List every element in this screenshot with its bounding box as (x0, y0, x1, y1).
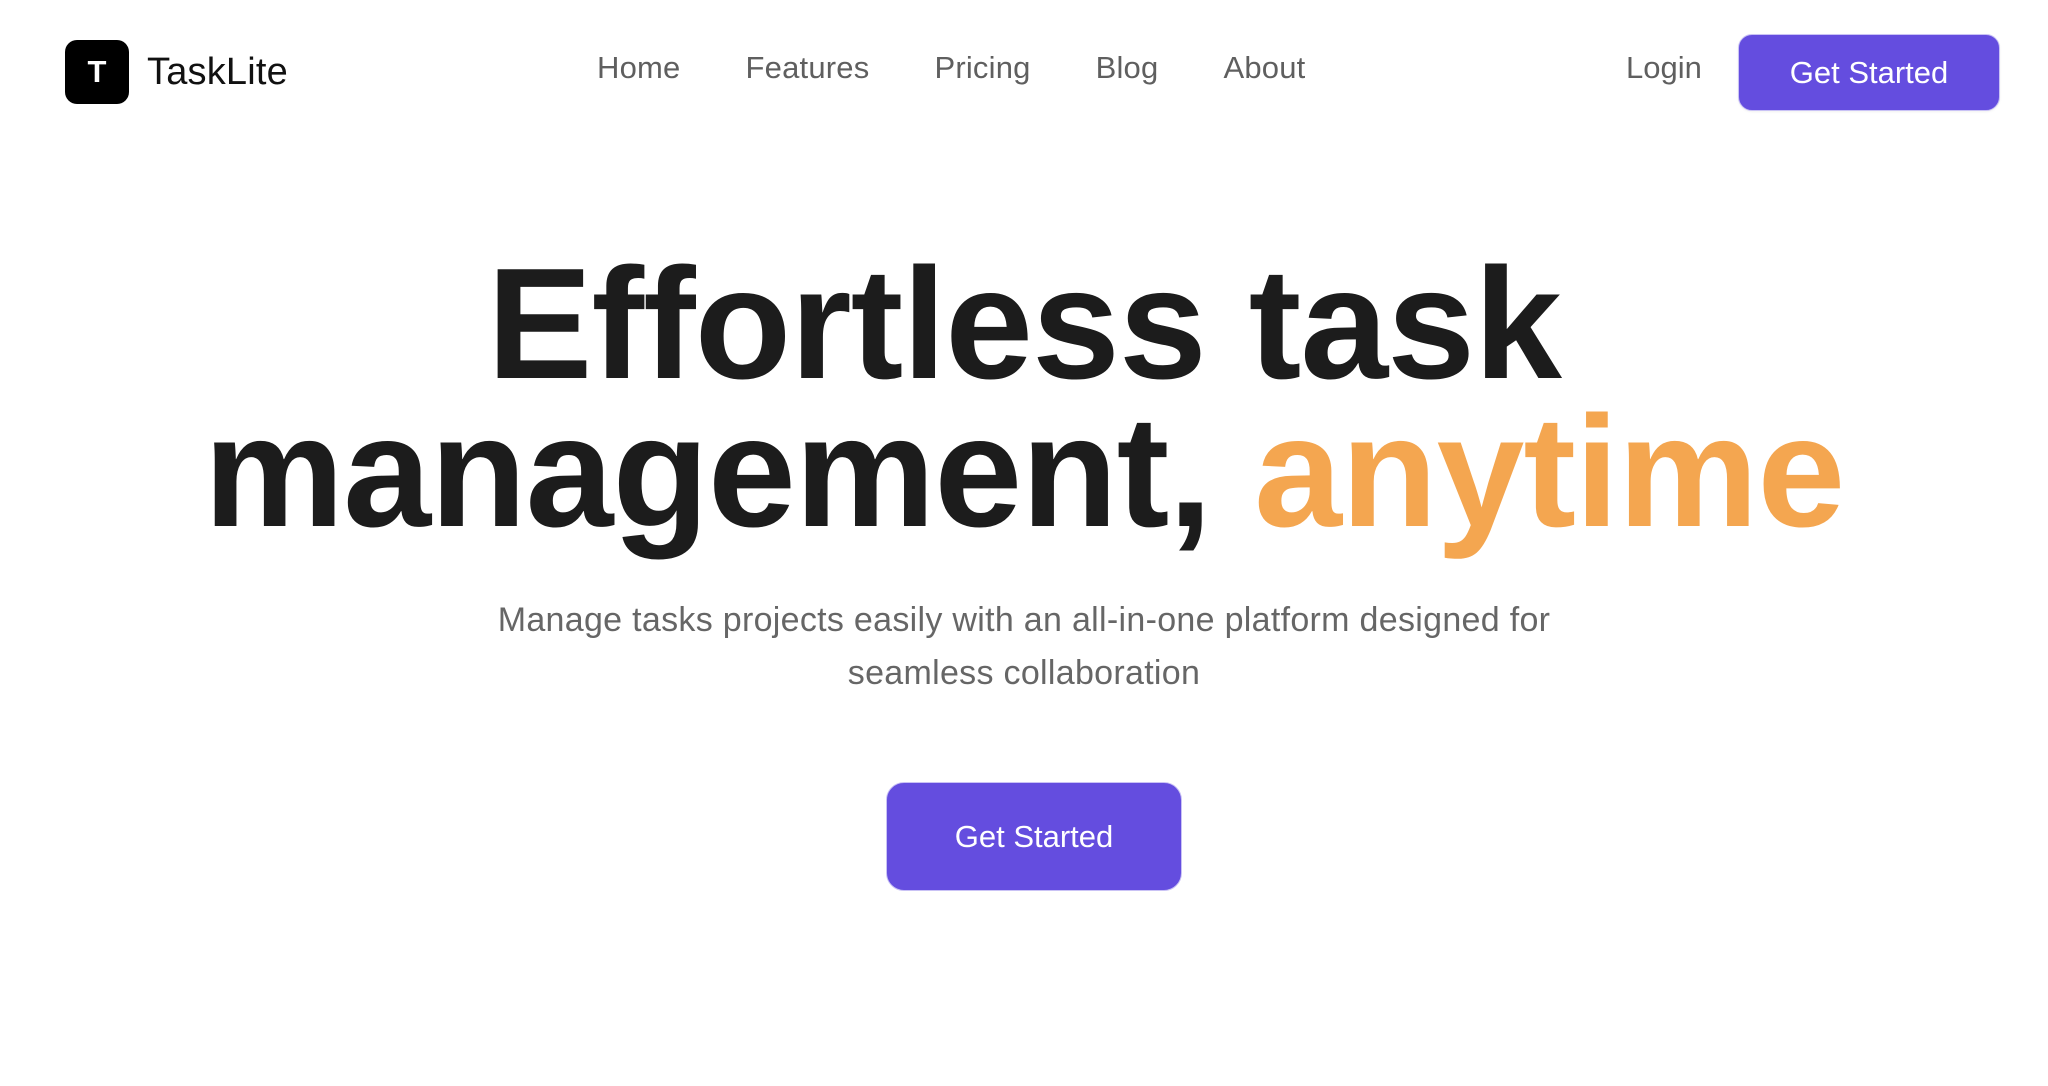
nav-item-home[interactable]: Home (597, 50, 681, 86)
main-nav: Home Features Pricing Blog About (597, 50, 1305, 86)
header-get-started-button[interactable]: Get Started (1738, 34, 2000, 111)
hero-section: Effortless task management, anytime Mana… (0, 245, 2048, 700)
brand-home-link[interactable]: T TaskLite (65, 40, 288, 104)
nav-item-blog[interactable]: Blog (1096, 50, 1159, 86)
landing-page: T TaskLite Home Features Pricing Blog Ab… (0, 0, 2048, 1086)
login-link[interactable]: Login (1626, 50, 1702, 86)
logo-icon: T (65, 40, 129, 104)
hero-get-started-button[interactable]: Get Started (886, 782, 1182, 891)
headline-line-2: management, (203, 384, 1213, 560)
hero-headline: Effortless task management, anytime (0, 245, 2048, 551)
nav-item-features[interactable]: Features (746, 50, 870, 86)
site-header: T TaskLite Home Features Pricing Blog Ab… (0, 0, 2048, 145)
hero-subtitle: Manage tasks projects easily with an all… (497, 601, 1551, 692)
brand-name: TaskLite (147, 50, 289, 93)
nav-item-pricing[interactable]: Pricing (934, 50, 1030, 86)
nav-item-about[interactable]: About (1223, 50, 1305, 86)
headline-accent-word: anytime (1254, 384, 1845, 560)
